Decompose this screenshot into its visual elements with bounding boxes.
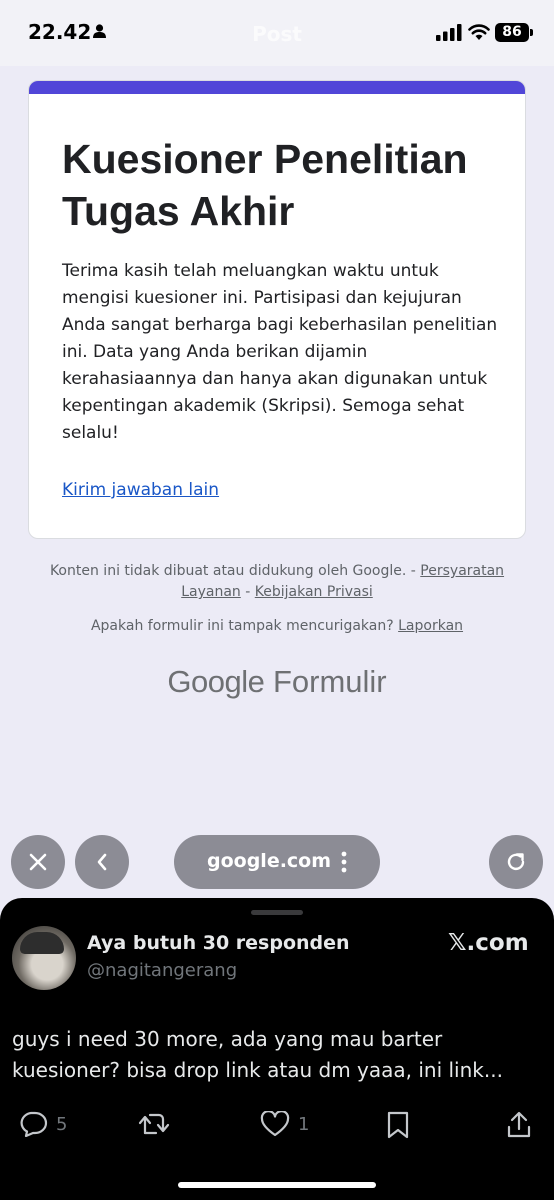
battery-tip xyxy=(530,29,533,36)
like-icon xyxy=(260,1111,290,1137)
bookmark-icon xyxy=(387,1111,409,1139)
google-wordmark: Google xyxy=(167,664,265,699)
avatar-cap xyxy=(20,932,64,954)
form-title: Kuesioner Penelitian Tugas Akhir xyxy=(62,136,468,234)
bookmark-button[interactable] xyxy=(386,1111,410,1139)
reload-icon xyxy=(507,853,525,871)
form-card: Kuesioner Penelitian Tugas Akhir Terima … xyxy=(28,80,526,539)
submit-another-response-link[interactable]: Kirim jawaban lain xyxy=(62,480,219,500)
x-source-badge: 𝕏.com xyxy=(448,930,529,956)
reply-button[interactable]: 5 xyxy=(18,1111,67,1137)
disclaimer-text: Konten ini tidak dibuat atau didukung ol… xyxy=(30,561,524,603)
close-browser-button[interactable] xyxy=(11,835,65,889)
tweet-sheet: Aya butuh 30 responden @nagitangerang 𝕏.… xyxy=(0,898,554,1200)
avatar[interactable] xyxy=(12,926,76,990)
share-icon xyxy=(507,1111,531,1138)
separator: - xyxy=(245,584,251,600)
sheet-grabber[interactable] xyxy=(251,910,303,915)
signal-icon xyxy=(436,24,462,41)
retweet-button[interactable] xyxy=(138,1111,170,1137)
google-forms-logo: Google Formulir xyxy=(0,664,554,700)
reply-count: 5 xyxy=(56,1113,68,1135)
report-line: Apakah formulir ini tampak mencurigakan?… xyxy=(30,618,524,634)
url-bar[interactable]: google.com xyxy=(174,835,380,889)
tweet-text[interactable]: guys i need 30 more, ada yang mau barter… xyxy=(12,1024,542,1086)
reload-button[interactable] xyxy=(489,835,543,889)
more-vertical-icon[interactable] xyxy=(341,851,347,873)
like-button[interactable]: 1 xyxy=(260,1111,309,1137)
share-button[interactable] xyxy=(506,1111,532,1139)
back-button[interactable] xyxy=(75,835,129,889)
url-text: google.com xyxy=(207,850,332,872)
like-count: 1 xyxy=(298,1113,310,1135)
forms-wordmark: Formulir xyxy=(272,664,387,699)
report-link[interactable]: Laporkan xyxy=(398,618,463,634)
wifi-icon xyxy=(468,24,490,40)
author-handle[interactable]: @nagitangerang xyxy=(87,960,237,981)
close-icon xyxy=(29,853,47,871)
status-bar: 22.42 Post 86 xyxy=(0,0,554,66)
retweet-icon xyxy=(138,1113,170,1135)
reply-icon xyxy=(20,1111,48,1137)
battery-indicator: 86 xyxy=(495,23,529,42)
privacy-link[interactable]: Kebijakan Privasi xyxy=(255,584,373,600)
report-question: Apakah formulir ini tampak mencurigakan? xyxy=(90,618,394,634)
confirmation-message: Terima kasih telah meluangkan waktu untu… xyxy=(62,261,498,443)
card-accent-bar xyxy=(29,81,525,94)
disclaimer-label: Konten ini tidak dibuat atau didukung ol… xyxy=(49,563,416,579)
back-icon xyxy=(97,853,107,871)
home-indicator[interactable] xyxy=(178,1182,376,1188)
author-name[interactable]: Aya butuh 30 responden xyxy=(87,932,350,954)
